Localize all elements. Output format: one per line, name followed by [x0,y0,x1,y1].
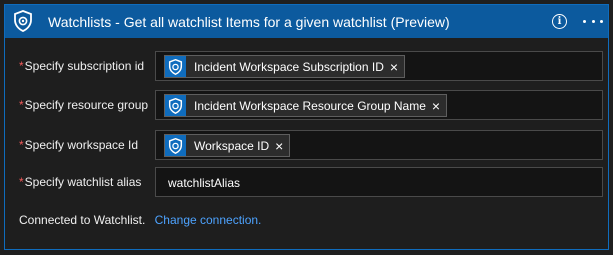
resource-group-input[interactable]: Incident Workspace Resource Group Name × [155,90,603,120]
subscription-label: *Specify subscription id [19,59,145,73]
required-marker: * [19,59,24,73]
resource-group-row: *Specify resource group Incident Workspa… [5,90,608,120]
connection-footer: Connected to Watchlist. Change connectio… [19,213,261,227]
watchlist-alias-row: *Specify watchlist alias watchlistAlias [5,167,608,197]
shield-watchlist-icon [165,95,186,116]
action-title: Watchlists - Get all watchlist Items for… [48,14,450,30]
remove-token-icon[interactable]: × [390,60,398,74]
resource-group-label: *Specify resource group [19,98,149,112]
remove-token-icon[interactable]: × [432,99,440,113]
watchlist-action-card: Watchlists - Get all watchlist Items for… [4,4,609,250]
resource-group-token[interactable]: Incident Workspace Resource Group Name × [164,94,448,117]
watchlist-alias-value: watchlistAlias [168,176,241,190]
more-options-icon[interactable] [583,12,603,30]
required-marker: * [19,98,24,112]
info-icon[interactable]: i [552,14,567,29]
shield-watchlist-icon [165,135,186,156]
token-label: Incident Workspace Subscription ID [194,59,384,74]
workspace-row: *Specify workspace Id Workspace ID × [5,130,608,160]
subscription-input[interactable]: Incident Workspace Subscription ID × [155,51,603,81]
workspace-token[interactable]: Workspace ID × [164,134,291,157]
workspace-input[interactable]: Workspace ID × [155,130,603,160]
subscription-token[interactable]: Incident Workspace Subscription ID × [164,55,406,78]
watchlist-alias-label: *Specify watchlist alias [19,175,142,189]
connection-status: Connected to Watchlist. [19,213,146,227]
subscription-row: *Specify subscription id Incident Worksp… [5,51,608,81]
shield-watchlist-icon [165,56,186,77]
shield-watchlist-icon [12,10,34,32]
remove-token-icon[interactable]: × [275,139,283,153]
change-connection-link[interactable]: Change connection. [155,213,262,227]
watchlist-alias-input[interactable]: watchlistAlias [155,167,603,197]
token-label: Incident Workspace Resource Group Name [194,98,426,113]
required-marker: * [19,138,24,152]
required-marker: * [19,175,24,189]
action-header[interactable]: Watchlists - Get all watchlist Items for… [5,5,608,38]
workspace-label: *Specify workspace Id [19,138,139,152]
token-label: Workspace ID [194,138,270,153]
